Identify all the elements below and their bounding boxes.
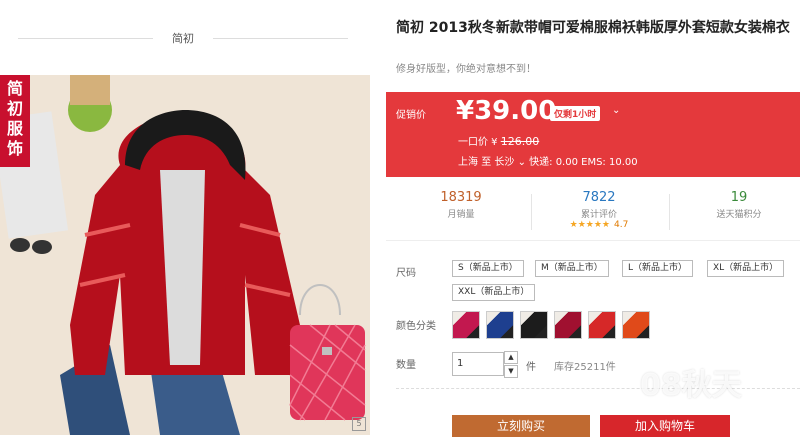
add-to-cart-button[interactable]: 加入购物车	[600, 415, 730, 437]
color-swatch[interactable]	[520, 311, 548, 339]
store-bar: 简初	[18, 28, 348, 48]
watermark-url: 08wojia.com	[656, 398, 720, 409]
size-option-l[interactable]: L（新品上市）	[622, 260, 694, 277]
color-swatch[interactable]	[588, 311, 616, 339]
size-option-xxl[interactable]: XXL（新品上市）	[452, 284, 536, 301]
buy-now-button[interactable]: 立刻购买	[452, 415, 590, 437]
jacket-illustration	[0, 75, 370, 435]
color-swatch[interactable]	[554, 311, 582, 339]
monthly-sales: 18319 月销量	[396, 190, 526, 220]
tmall-points-label: 送天猫积分	[716, 210, 762, 220]
divider	[213, 38, 348, 39]
gallery-corner-icon[interactable]: 5	[352, 417, 366, 431]
monthly-sales-value: 18319	[440, 190, 482, 205]
product-gallery: 简初 简初服饰 5	[0, 0, 378, 435]
quantity-input[interactable]: 1	[452, 352, 504, 376]
divider	[669, 194, 670, 230]
review-count-value[interactable]: 7822	[534, 190, 664, 205]
ship-from: 上海	[458, 157, 478, 168]
quantity-decrease-icon[interactable]: ▼	[504, 365, 518, 378]
size-option-xl[interactable]: XL（新品上市）	[707, 260, 785, 277]
shipping-info: 上海 至 长沙 ⌄ 快递: 0.00 EMS: 10.00	[458, 153, 638, 168]
rating-stars: ★★★★★ 4.7	[534, 220, 664, 230]
size-option-m[interactable]: M（新品上市）	[535, 260, 609, 277]
countdown-tag: 仅剩1小时	[550, 106, 601, 121]
rating-score: 4.7	[614, 220, 629, 230]
monthly-sales-label: 月销量	[447, 210, 475, 220]
quantity-label: 数量	[396, 360, 416, 371]
color-swatch[interactable]	[452, 311, 480, 339]
review-count-label: 累计评价	[580, 210, 617, 220]
chevron-down-icon[interactable]: ⌄	[612, 105, 620, 116]
product-subtitle: 修身好版型，你绝对意想不到！	[396, 64, 536, 75]
size-option-s[interactable]: S（新品上市）	[452, 260, 524, 277]
product-title: 简初 2013秋冬新款带帽可爱棉服棉袄韩版厚外套短款女装棉衣	[396, 20, 790, 36]
tmall-points-value: 19	[730, 190, 748, 205]
original-price-value: 126.00	[500, 135, 540, 148]
size-label: 尺码	[396, 268, 416, 279]
shipping-cost: 快递: 0.00 EMS: 10.00	[529, 157, 638, 168]
original-price: 一口价 ¥ 126.00	[458, 133, 539, 148]
color-label: 颜色分类	[396, 321, 436, 332]
sales-stats: 18319 月销量 7822 累计评价 ★★★★★ 4.7 19 送天猫积分	[386, 184, 800, 241]
price-label: 促销价	[396, 110, 426, 121]
price-panel: 促销价 ¥39.00 仅剩1小时 ⌄ 一口价 ¥ 126.00 上海 至 长沙 …	[386, 92, 800, 177]
promo-price: ¥39.00	[456, 96, 557, 126]
color-swatch[interactable]	[622, 311, 650, 339]
ship-to-word: 至	[481, 157, 492, 168]
star-icon: ★★★★★	[569, 220, 610, 230]
chevron-down-icon[interactable]: ⌄	[518, 157, 526, 168]
ship-destination-select[interactable]: 长沙	[494, 157, 514, 168]
tmall-points: 19 送天猫积分	[674, 190, 800, 220]
brand-badge: 简初服饰	[0, 75, 30, 167]
review-count[interactable]: 7822 累计评价 ★★★★★ 4.7	[534, 190, 664, 230]
quantity-increase-icon[interactable]: ▲	[504, 351, 518, 364]
original-price-prefix: 一口价 ¥	[458, 137, 498, 148]
stock-count: 库存25211件	[554, 362, 616, 373]
divider	[531, 194, 532, 230]
quantity-unit: 件	[526, 362, 536, 373]
product-photo[interactable]: 简初服饰 5	[0, 75, 370, 435]
color-swatch[interactable]	[486, 311, 514, 339]
